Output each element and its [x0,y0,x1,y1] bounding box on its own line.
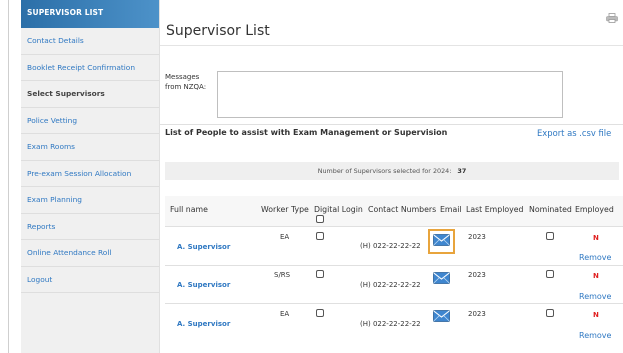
sidebar-item-attendance-roll[interactable]: Online Attendance Roll [21,240,159,267]
sidebar-item-exam-rooms[interactable]: Exam Rooms [21,134,159,161]
supervisor-name-link[interactable]: A. Supervisor [177,320,230,328]
count-value: 37 [457,167,467,175]
messages-label: Messages from NZQA: [165,73,207,91]
nominated-checkbox[interactable] [546,309,554,317]
contact-number: (H) 022-22-22-22 [360,320,421,328]
employed-status: N [593,234,599,242]
sidebar-header: SUPERVISOR LIST [21,0,159,28]
printer-icon[interactable] [606,13,618,23]
main-content: Supervisor List Messages from NZQA: List… [160,0,623,353]
worker-type: S/RS [274,271,291,279]
last-employed: 2023 [468,310,486,318]
col-nominated: Nominated [529,205,572,214]
nominated-checkbox[interactable] [546,232,554,240]
envelope-icon[interactable] [433,272,450,284]
row-divider [165,265,623,266]
supervisor-name-link[interactable]: A. Supervisor [177,281,230,289]
sidebar-item-select-supervisors[interactable]: Select Supervisors [21,81,159,108]
page-title: Supervisor List [166,23,270,39]
supervisor-count-bar: Number of Supervisors selected for 2024:… [165,162,619,180]
left-border [8,0,9,353]
sidebar-item-logout[interactable]: Logout [21,267,159,293]
sidebar-item-pre-exam-allocation[interactable]: Pre-exam Session Allocation [21,161,159,187]
messages-box [217,71,563,118]
worker-type: EA [280,310,290,318]
last-employed: 2023 [468,271,486,279]
remove-link[interactable]: Remove [579,253,611,262]
list-heading: List of People to assist with Exam Manag… [165,128,448,137]
sidebar-item-exam-planning[interactable]: Exam Planning [21,187,159,214]
col-employed: Employed [575,205,614,214]
sidebar-item-booklet-receipt[interactable]: Booklet Receipt Confirmation [21,55,159,81]
messages-divider [160,124,623,125]
col-digital-login: Digital Login [314,205,363,214]
col-worker-type: Worker Type [261,205,309,214]
row-divider [165,303,623,304]
sidebar: SUPERVISOR LIST Contact Details Booklet … [21,0,160,353]
digital-login-checkbox[interactable] [316,270,324,278]
envelope-icon[interactable] [433,310,450,322]
digital-login-checkbox[interactable] [316,232,324,240]
contact-number: (H) 022-22-22-22 [360,281,421,289]
contact-number: (H) 022-22-22-22 [360,242,421,250]
title-divider [160,45,623,46]
col-contact-numbers: Contact Numbers [368,205,437,214]
sidebar-item-police-vetting[interactable]: Police Vetting [21,108,159,134]
supervisor-name-link[interactable]: A. Supervisor [177,243,230,251]
remove-link[interactable]: Remove [579,331,611,340]
col-last-employed: Last Employed [466,205,524,214]
select-all-digital-login-checkbox[interactable] [316,215,324,223]
col-email: Email [440,205,462,214]
col-full-name: Full name [170,205,208,214]
sidebar-item-reports[interactable]: Reports [21,214,159,240]
count-label: Number of Supervisors selected for 2024: [317,167,452,175]
export-csv-link[interactable]: Export as .csv file [537,128,611,138]
app-window: SUPERVISOR LIST Contact Details Booklet … [0,0,623,353]
worker-type: EA [280,233,290,241]
nominated-checkbox[interactable] [546,270,554,278]
digital-login-checkbox[interactable] [316,309,324,317]
sidebar-item-contact-details[interactable]: Contact Details [21,28,159,55]
last-employed: 2023 [468,233,486,241]
employed-status: N [593,311,599,319]
envelope-icon[interactable] [433,234,450,246]
remove-link[interactable]: Remove [579,292,611,301]
employed-status: N [593,272,599,280]
row-divider [165,226,623,227]
